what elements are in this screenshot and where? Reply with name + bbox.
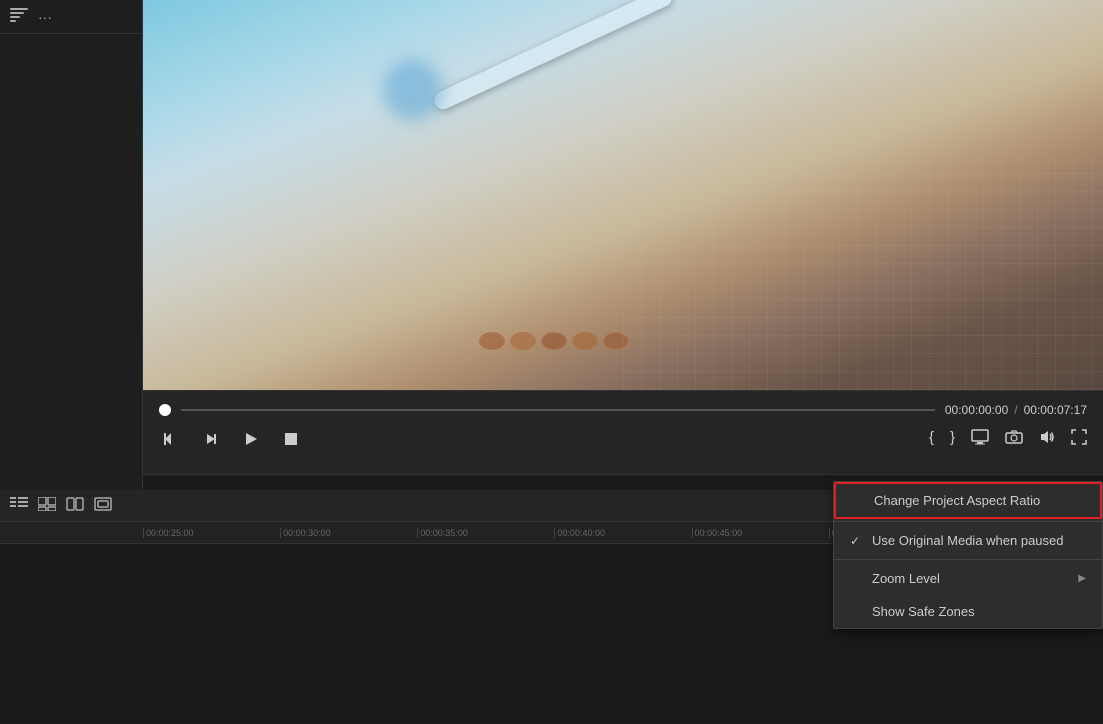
step-forward-button[interactable] (199, 427, 223, 451)
timeline-tool-1[interactable] (10, 497, 28, 514)
checkmark-aspect-ratio (852, 494, 866, 508)
mark-in-icon[interactable]: { (929, 429, 934, 449)
mark-out-icon[interactable]: } (950, 429, 955, 449)
progress-dot[interactable] (159, 404, 171, 416)
step-back-button[interactable] (159, 427, 183, 451)
right-controls: { } (929, 429, 1087, 449)
petri-dishes (479, 332, 629, 350)
mesh-texture (623, 156, 1103, 390)
progress-track[interactable] (181, 409, 935, 411)
menu-item-use-original-media[interactable]: ✓ Use Original Media when paused (834, 524, 1102, 557)
progress-bar-container: 00:00:00:00 / 00:00:07:17 (143, 391, 1103, 423)
monitor-icon[interactable] (971, 429, 989, 449)
ruler-mark-4: 00:00:40:00 (554, 528, 691, 538)
glove-decoration (383, 60, 443, 120)
video-preview (143, 0, 1103, 390)
timeline-tool-2[interactable] (38, 497, 56, 514)
audio-icon[interactable] (1039, 429, 1055, 449)
snapshot-icon[interactable] (1005, 429, 1023, 449)
checkmark-zoom (850, 572, 864, 586)
menu-item-show-safe-zones[interactable]: Show Safe Zones (834, 595, 1102, 628)
ruler-mark-2: 00:00:30:00 (280, 528, 417, 538)
current-time: 00:00:00:00 (945, 403, 1008, 417)
menu-item-change-aspect-ratio[interactable]: Change Project Aspect Ratio (834, 482, 1102, 519)
menu-item-zoom-level[interactable]: Zoom Level ▶ (834, 562, 1102, 595)
playback-controls: { } (143, 423, 1103, 455)
time-separator: / (1014, 403, 1017, 417)
show-safe-zones-label: Show Safe Zones (872, 604, 1086, 619)
filter-icon[interactable] (10, 8, 28, 25)
timeline-toolbar-left (10, 497, 112, 514)
zoom-level-label: Zoom Level (872, 571, 1070, 586)
original-media-label: Use Original Media when paused (872, 533, 1086, 548)
timeline-tool-3[interactable] (66, 497, 84, 514)
stop-button[interactable] (279, 427, 303, 451)
menu-separator-2 (834, 559, 1102, 560)
left-panel: ··· (0, 0, 143, 490)
ruler-mark-3: 00:00:35:00 (417, 528, 554, 538)
checkmark-safe-zones (850, 605, 864, 619)
time-display: 00:00:00:00 / 00:00:07:17 (945, 403, 1087, 417)
ruler-mark-1: 00:00:25:00 (143, 528, 280, 538)
video-preview-container (143, 0, 1103, 390)
expand-icon[interactable] (1071, 429, 1087, 449)
ruler-mark-5: 00:00:45:00 (692, 528, 829, 538)
checkmark-original-media: ✓ (850, 534, 864, 548)
left-panel-toolbar: ··· (0, 0, 142, 34)
playback-bar: 00:00:00:00 / 00:00:07:17 (143, 390, 1103, 475)
more-options-icon[interactable]: ··· (38, 9, 52, 25)
play-button[interactable] (239, 427, 263, 451)
zoom-level-arrow: ▶ (1078, 573, 1086, 584)
menu-separator-1 (834, 521, 1102, 522)
timeline-tool-4[interactable] (94, 497, 112, 514)
aspect-ratio-label: Change Project Aspect Ratio (874, 493, 1084, 508)
total-time: 00:00:07:17 (1024, 403, 1087, 417)
context-menu: Change Project Aspect Ratio ✓ Use Origin… (833, 481, 1103, 629)
